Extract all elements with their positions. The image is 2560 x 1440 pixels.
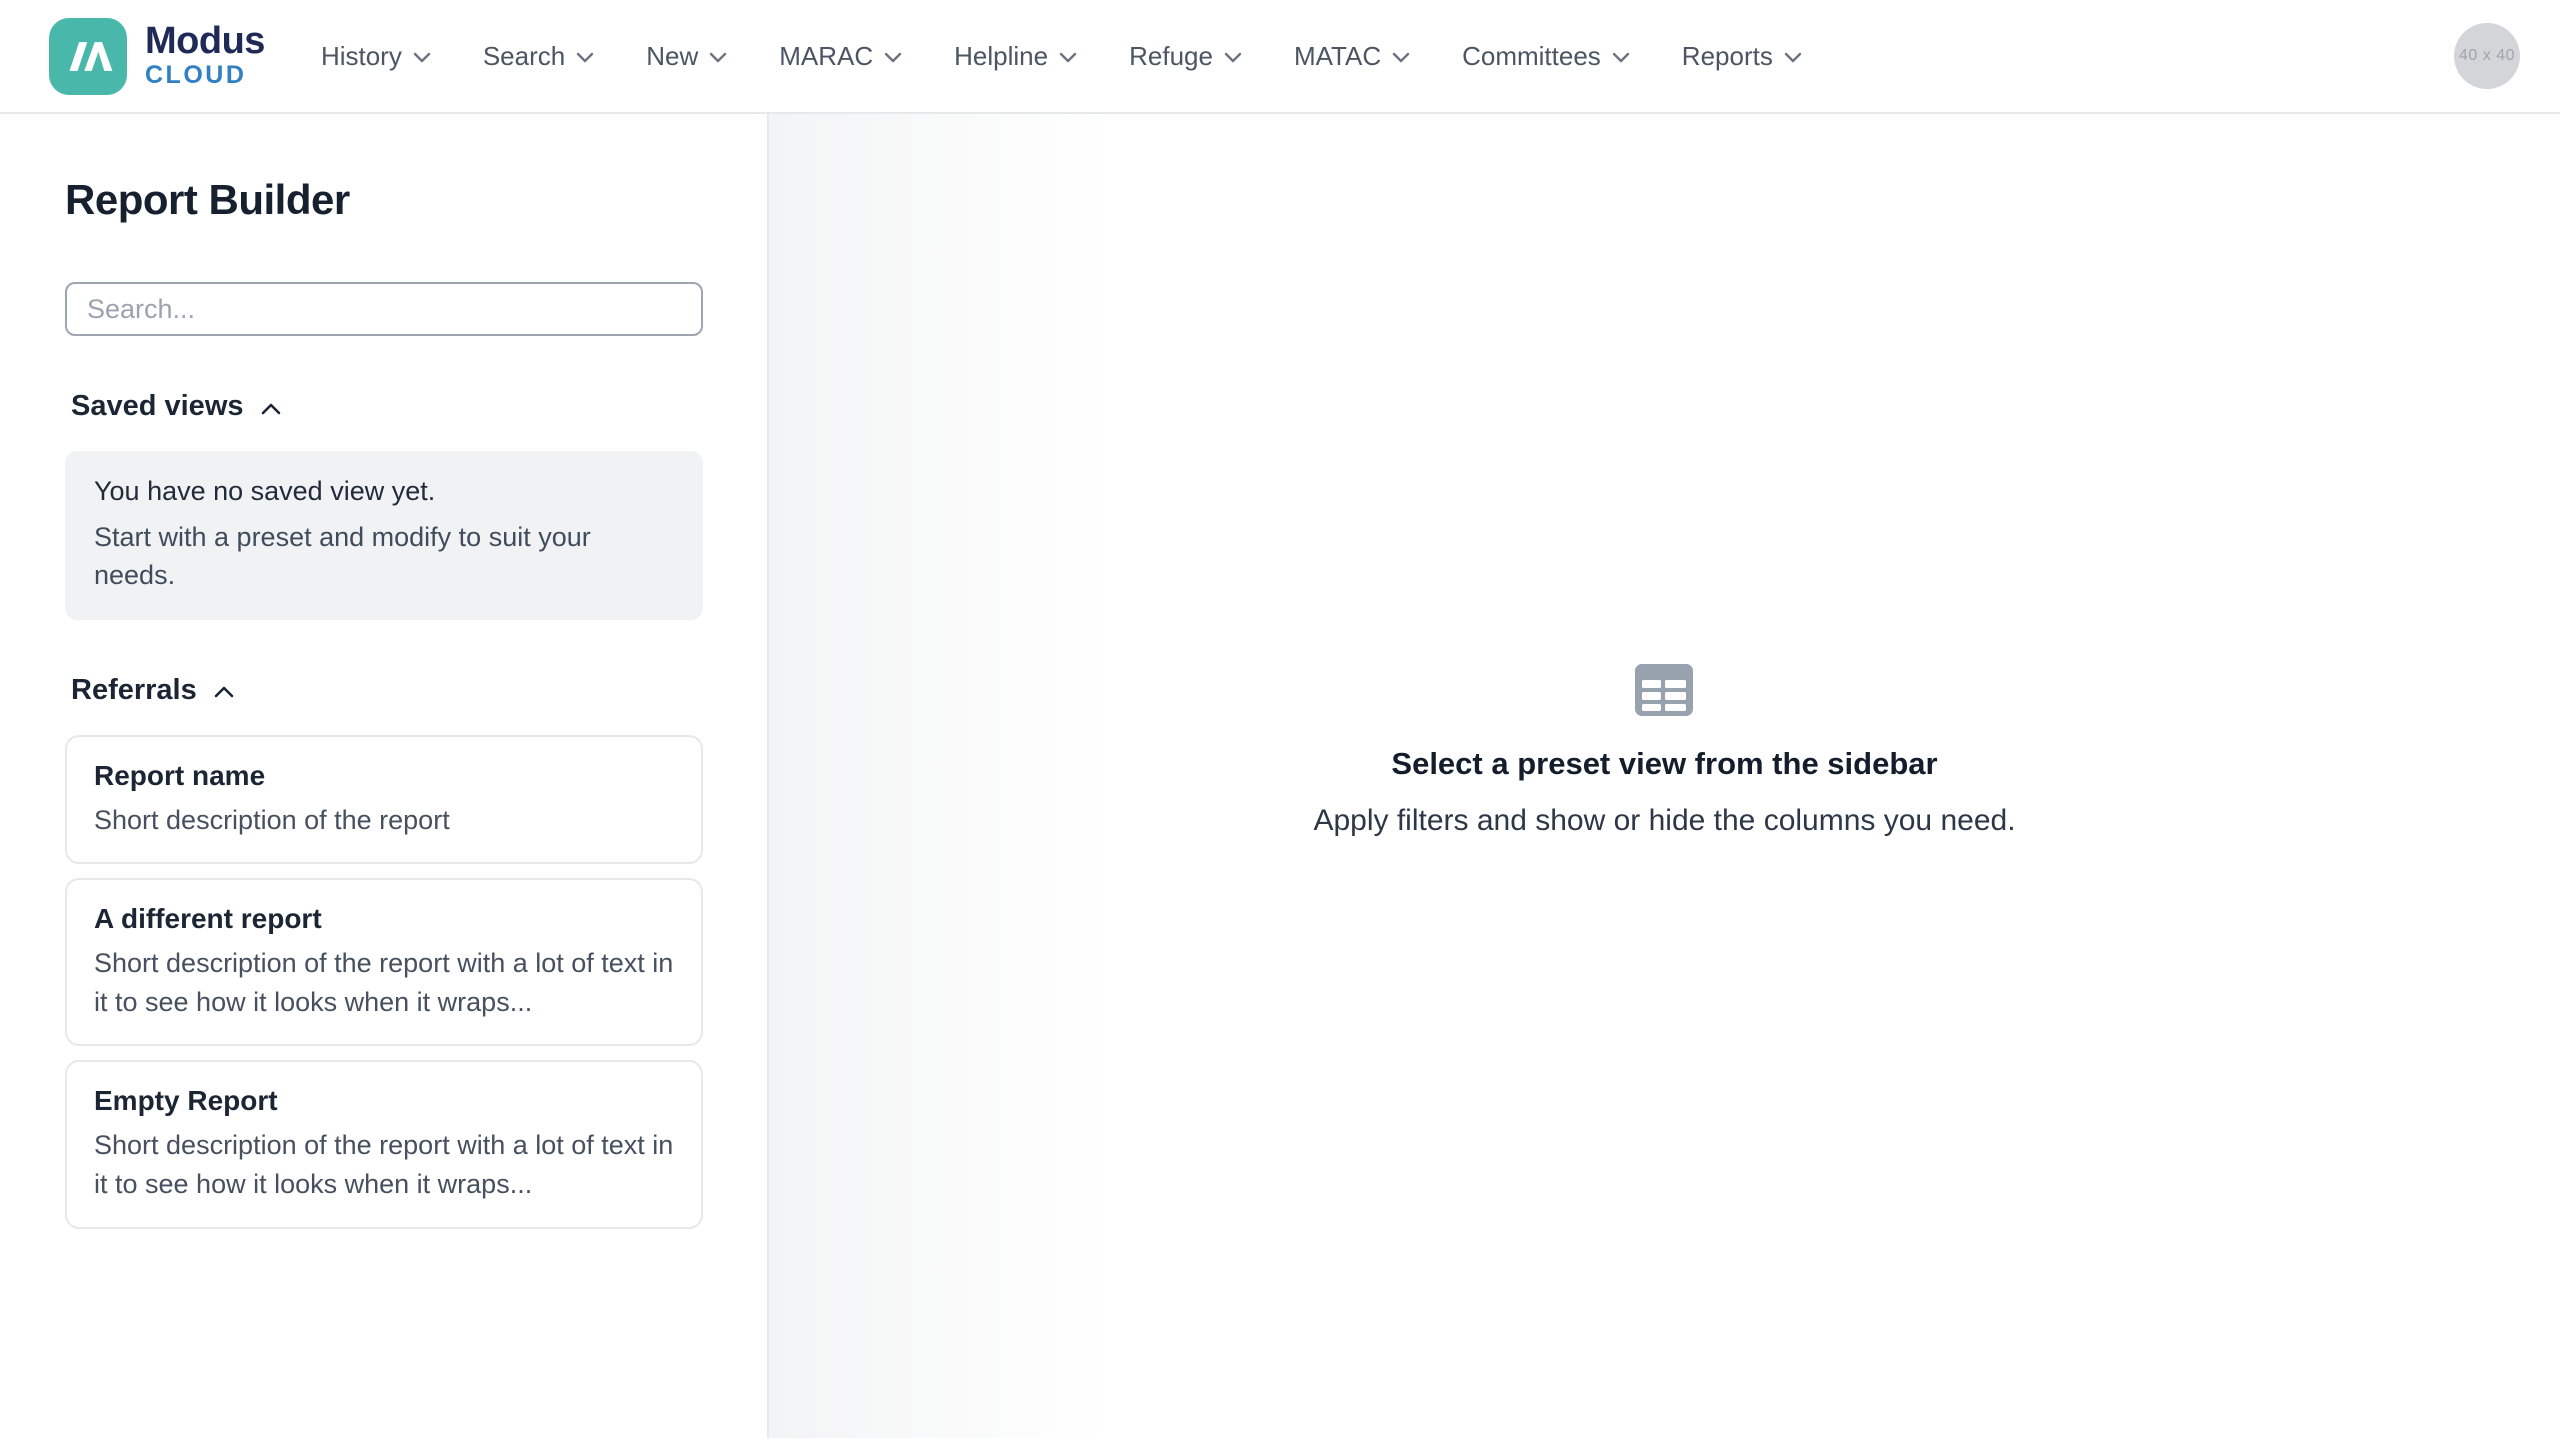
chevron-down-icon (413, 52, 431, 63)
chevron-down-icon (577, 52, 594, 63)
saved-views-label: Saved views (71, 390, 244, 422)
report-builder-sidebar: Report Builder Saved views You have no s… (0, 114, 769, 1438)
chevron-down-icon (1784, 52, 1802, 63)
chevron-down-icon (1392, 52, 1410, 63)
logo-glyph-icon (69, 41, 113, 71)
logo-brand: Modus (145, 20, 265, 63)
nav-label: New (646, 40, 699, 71)
report-card-title: Report name (94, 759, 266, 791)
nav-label: Reports (1681, 40, 1773, 71)
empty-state-title: Select a preset view from the sidebar (1391, 746, 1938, 781)
report-card-description: Short description of the report with a l… (94, 1130, 674, 1200)
empty-state-subtitle: Apply filters and show or hide the colum… (1313, 804, 2016, 837)
nav-label: Committees (1462, 40, 1601, 71)
avatar-placeholder-text: 40 x 40 (2459, 47, 2515, 64)
report-card-description: Short description of the report (94, 804, 450, 835)
saved-views-empty-title: You have no saved view yet. (94, 476, 436, 506)
chevron-down-icon (1224, 52, 1242, 63)
saved-views-empty-body: Start with a preset and modify to suit y… (94, 522, 591, 591)
nav-item-helpline[interactable]: Helpline (954, 41, 1077, 72)
chevron-down-icon (710, 52, 727, 63)
chevron-down-icon (884, 52, 902, 63)
nav-label: Search (482, 40, 566, 71)
chevron-up-icon (214, 686, 234, 698)
main-nav: History Search New MARAC Helpline Refuge… (321, 41, 1802, 72)
chevron-down-icon (1612, 52, 1629, 63)
report-card[interactable]: Empty Report Short description of the re… (65, 1060, 703, 1229)
nav-item-new[interactable]: New (646, 41, 727, 72)
table-icon (1635, 664, 1694, 716)
main-empty-state: Select a preset view from the sidebar Ap… (1313, 664, 2016, 838)
page-title: Report Builder (65, 176, 350, 223)
nav-label: Helpline (954, 40, 1049, 71)
report-card[interactable]: Report name Short description of the rep… (65, 734, 703, 865)
nav-item-refuge[interactable]: Refuge (1129, 41, 1242, 72)
app-logo[interactable]: Modus CLOUD (49, 17, 265, 95)
nav-label: Refuge (1129, 40, 1213, 71)
referrals-report-list: Report name Short description of the rep… (65, 734, 703, 1229)
referrals-section-toggle[interactable]: Referrals (71, 674, 703, 707)
top-navbar: Modus CLOUD History Search New MARAC Hel… (0, 0, 2560, 114)
avatar[interactable]: 40 x 40 (2454, 23, 2520, 89)
nav-item-history[interactable]: History (321, 41, 431, 72)
chevron-down-icon (1059, 52, 1077, 63)
nav-item-matac[interactable]: MATAC (1294, 41, 1410, 72)
nav-item-reports[interactable]: Reports (1682, 41, 1802, 72)
logo-sub: CLOUD (145, 61, 247, 90)
nav-item-marac[interactable]: MARAC (779, 41, 902, 72)
saved-views-empty-box: You have no saved view yet. Start with a… (65, 451, 703, 620)
report-card-title: A different report (94, 903, 322, 935)
nav-label: MARAC (779, 40, 874, 71)
report-card[interactable]: A different report Short description of … (65, 878, 703, 1047)
nav-label: MATAC (1293, 40, 1382, 71)
modus-logo-icon (49, 17, 127, 95)
saved-views-section-toggle[interactable]: Saved views (71, 390, 703, 423)
report-preview-area: Select a preset view from the sidebar Ap… (769, 114, 2560, 1438)
logo-text: Modus CLOUD (145, 20, 265, 90)
search-input[interactable] (65, 282, 703, 336)
page-content: Report Builder Saved views You have no s… (0, 114, 2560, 1438)
nav-item-search[interactable]: Search (483, 41, 594, 72)
report-card-description: Short description of the report with a l… (94, 948, 674, 1017)
referrals-label: Referrals (71, 673, 197, 706)
nav-label: History (320, 40, 402, 71)
report-card-title: Empty Report (94, 1085, 278, 1117)
nav-item-committees[interactable]: Committees (1462, 41, 1630, 72)
chevron-up-icon (261, 403, 280, 414)
